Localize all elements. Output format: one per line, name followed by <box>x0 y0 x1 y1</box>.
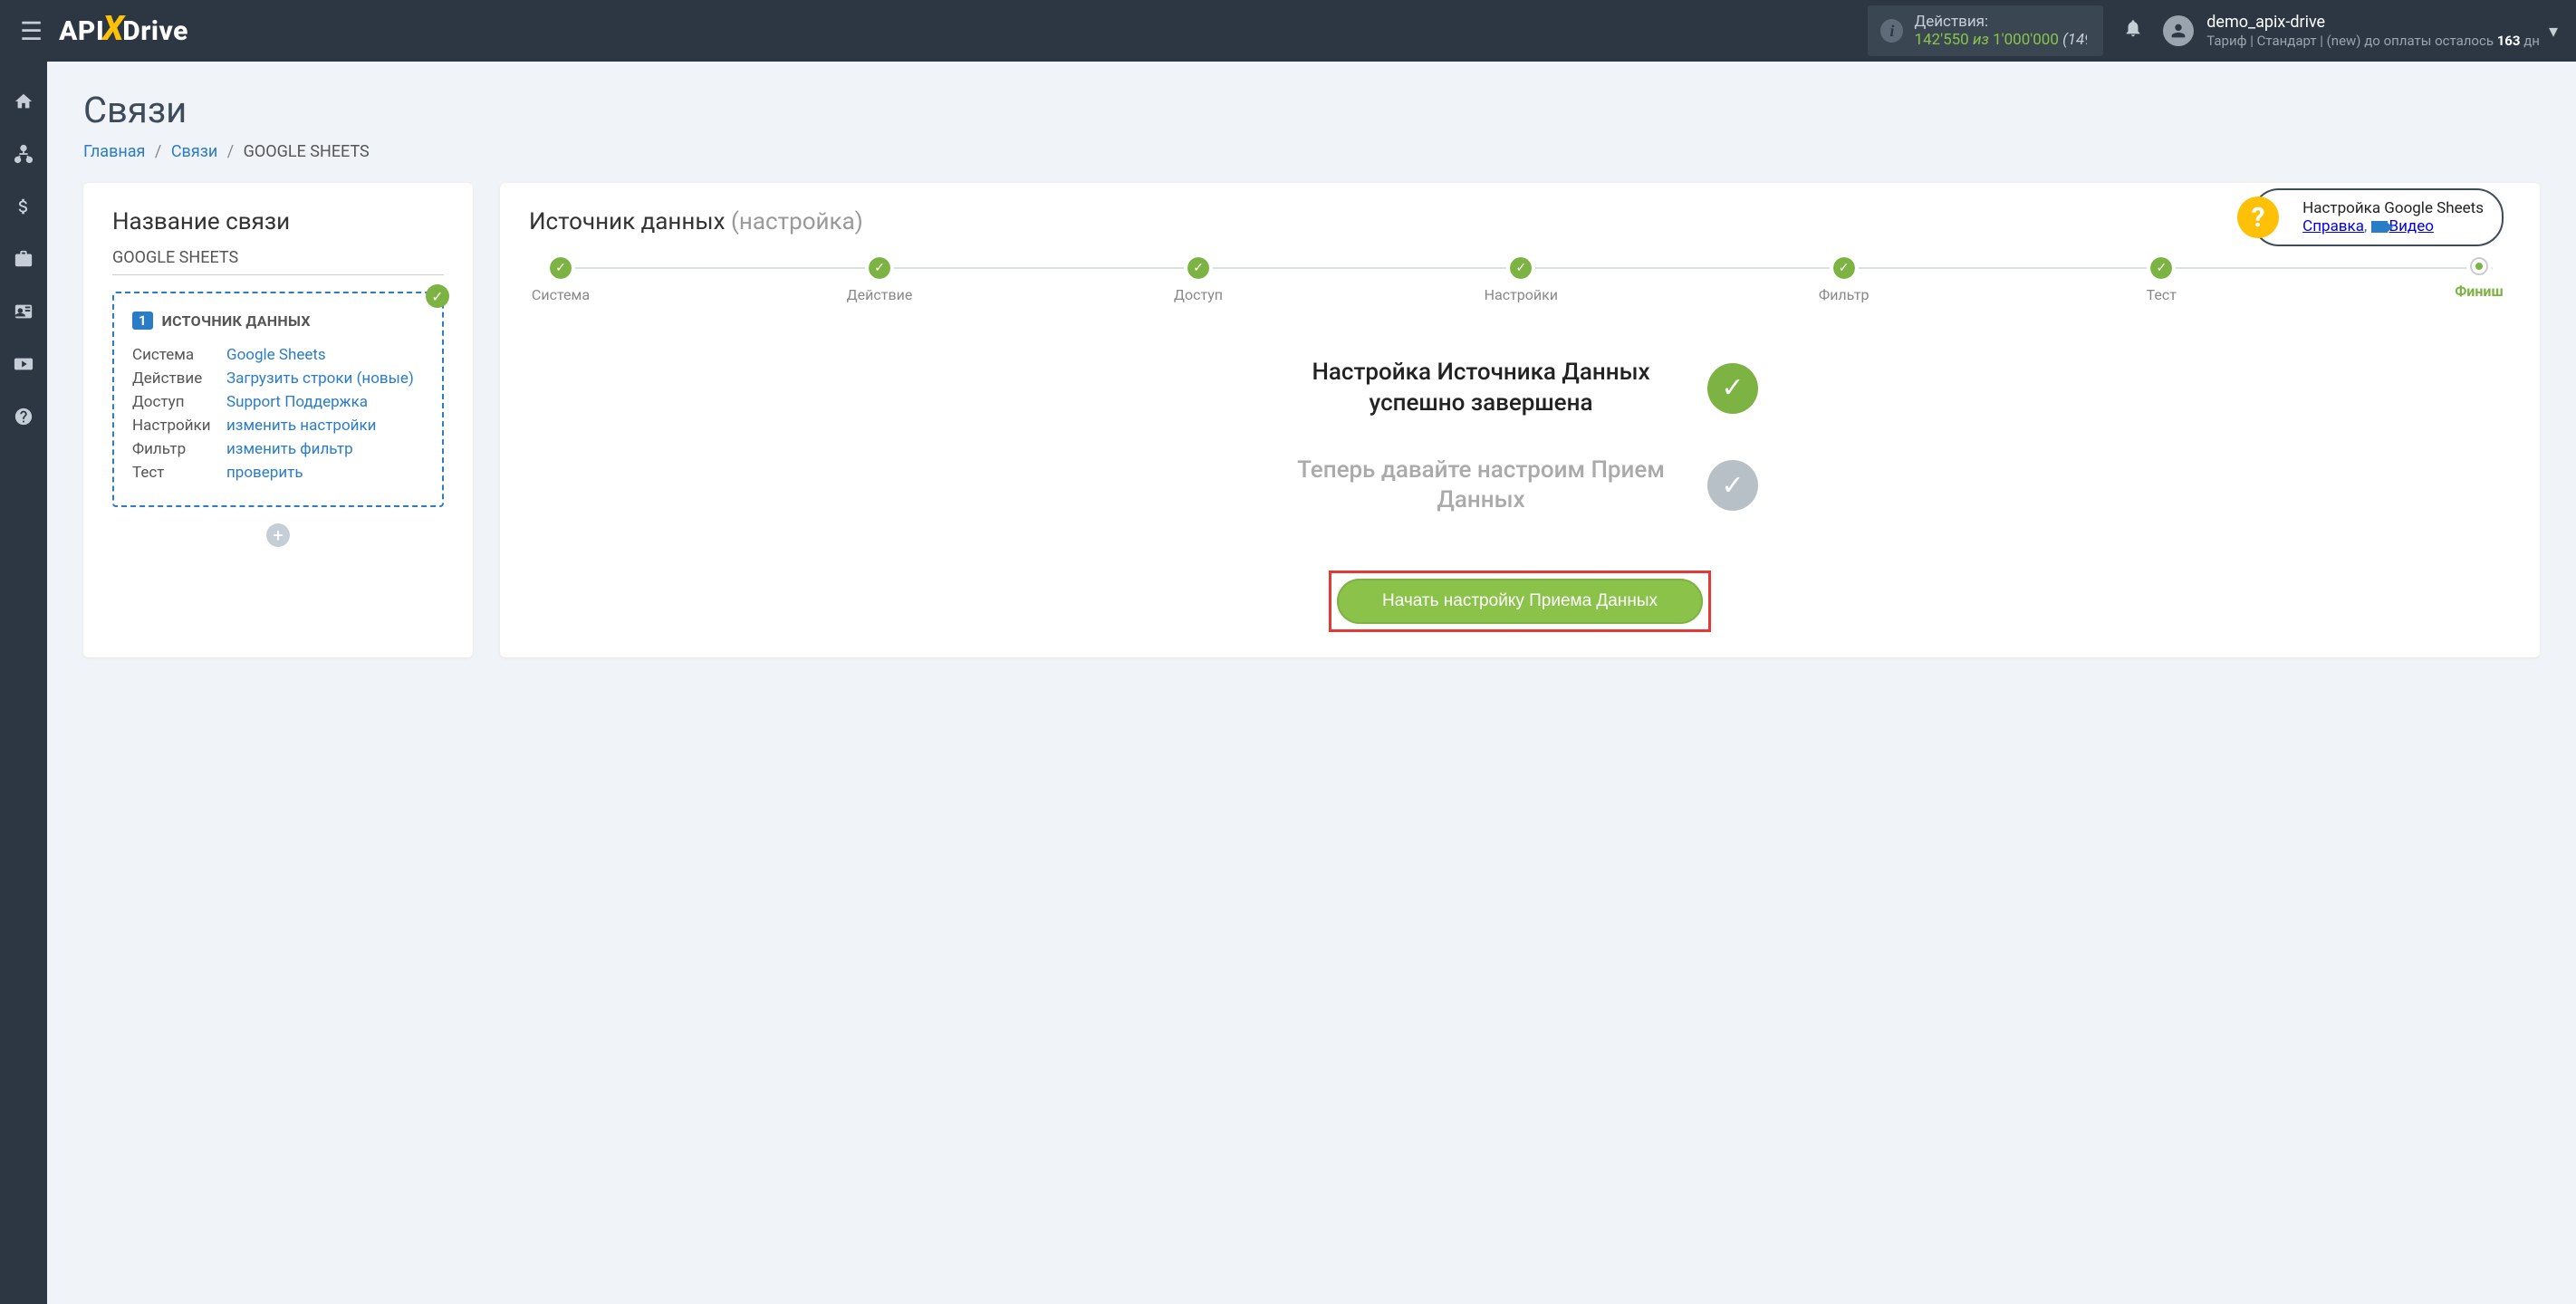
info-icon: i <box>1880 19 1903 43</box>
main: Связи ? Настройка Google Sheets Справка,… <box>47 62 2576 685</box>
actions-box[interactable]: i Действия: 142'550 из 1'000'000 (149 <box>1868 5 2103 57</box>
dollar-icon[interactable] <box>11 194 36 219</box>
source-row: Фильтризменить фильтр <box>132 440 424 458</box>
sidebar <box>0 62 47 1304</box>
card-title: Название связи <box>112 208 444 235</box>
avatar-icon <box>2163 15 2194 46</box>
logo-pre: API <box>59 15 104 47</box>
breadcrumb-current: GOOGLE SHEETS <box>244 142 370 161</box>
check-icon: ✓ <box>426 284 449 308</box>
breadcrumb-home[interactable]: Главная <box>83 142 145 161</box>
stepper: ✓Система ✓Действие ✓Доступ ✓Настройки ✓Ф… <box>529 257 2511 303</box>
cta-highlight: Начать настройку Приема Данных <box>1329 570 1711 632</box>
briefcase-icon[interactable] <box>11 246 36 272</box>
source-row: Настройкиизменить настройки <box>132 417 424 435</box>
step-access[interactable]: ✓Доступ <box>1167 257 1230 303</box>
step-test[interactable]: ✓Тест <box>2129 257 2193 303</box>
help-icon[interactable] <box>11 404 36 429</box>
topbar: ☰ API X Drive i Действия: 142'550 из 1'0… <box>0 0 2576 62</box>
step-finish[interactable]: Финиш <box>2447 257 2511 300</box>
connection-name[interactable]: GOOGLE SHEETS <box>112 248 444 275</box>
source-row: ДоступSupport Поддержка <box>132 393 424 411</box>
help-link[interactable]: Справка <box>2302 217 2364 235</box>
card-title: Источник данных (настройка) <box>529 208 2511 235</box>
start-reception-button[interactable]: Начать настройку Приема Данных <box>1337 579 1703 624</box>
video-icon <box>2371 221 2388 233</box>
source-header: 1 ИСТОЧНИК ДАННЫХ <box>132 312 424 330</box>
question-icon[interactable]: ? <box>2237 197 2279 238</box>
step-system[interactable]: ✓Система <box>529 257 592 303</box>
next-message: Теперь давайте настроим Прием Данных <box>1282 455 1680 517</box>
source-badge: 1 <box>132 312 153 330</box>
source-row: ДействиеЗагрузить строки (новые) <box>132 369 424 388</box>
video-link[interactable]: Видео <box>2389 217 2434 235</box>
profile-text: demo_apix-drive Тариф | Стандарт | (new)… <box>2206 13 2540 49</box>
actions-text: Действия: 142'550 из 1'000'000 (149 <box>1914 13 2087 50</box>
page-title: Связи <box>83 89 2540 131</box>
bell-icon[interactable] <box>2123 18 2143 43</box>
step-filter[interactable]: ✓Фильтр <box>1812 257 1876 303</box>
source-row: Тестпроверить <box>132 464 424 482</box>
add-button[interactable]: + <box>266 523 290 547</box>
source-box: ✓ 1 ИСТОЧНИК ДАННЫХ СистемаGoogle Sheets… <box>112 292 444 507</box>
card-connection: Название связи GOOGLE SHEETS ✓ 1 ИСТОЧНИ… <box>83 183 473 657</box>
profile[interactable]: demo_apix-drive Тариф | Стандарт | (new)… <box>2163 13 2540 49</box>
success-row: Настройка Источника Данных успешно завер… <box>529 358 2511 419</box>
step-action[interactable]: ✓Действие <box>847 257 913 303</box>
help-pill: ? Настройка Google Sheets Справка, Видео <box>2252 188 2504 246</box>
connections-icon[interactable] <box>11 141 36 167</box>
logo[interactable]: API X Drive <box>59 11 188 51</box>
cta-wrap: Начать настройку Приема Данных <box>529 570 2511 632</box>
chevron-down-icon[interactable]: ▾ <box>2540 20 2567 42</box>
breadcrumb-connections[interactable]: Связи <box>171 142 217 161</box>
breadcrumb: Главная / Связи / GOOGLE SHEETS <box>83 142 2540 161</box>
logo-x: X <box>102 9 124 49</box>
home-icon[interactable] <box>11 89 36 114</box>
help-title: Настройка Google Sheets <box>2302 199 2484 217</box>
success-message: Настройка Источника Данных успешно завер… <box>1282 358 1680 419</box>
check-circle-icon: ✓ <box>1707 460 1758 511</box>
next-row: Теперь давайте настроим Прием Данных ✓ <box>529 455 2511 517</box>
youtube-icon[interactable] <box>11 351 36 377</box>
id-card-icon[interactable] <box>11 299 36 324</box>
step-settings[interactable]: ✓Настройки <box>1485 257 1558 303</box>
check-circle-icon: ✓ <box>1707 363 1758 414</box>
logo-post: Drive <box>122 15 188 47</box>
menu-icon[interactable]: ☰ <box>9 16 53 46</box>
source-label: ИСТОЧНИК ДАННЫХ <box>162 312 311 330</box>
card-source: Источник данных (настройка) ✓Система ✓Де… <box>500 183 2540 657</box>
source-row: СистемаGoogle Sheets <box>132 346 424 364</box>
